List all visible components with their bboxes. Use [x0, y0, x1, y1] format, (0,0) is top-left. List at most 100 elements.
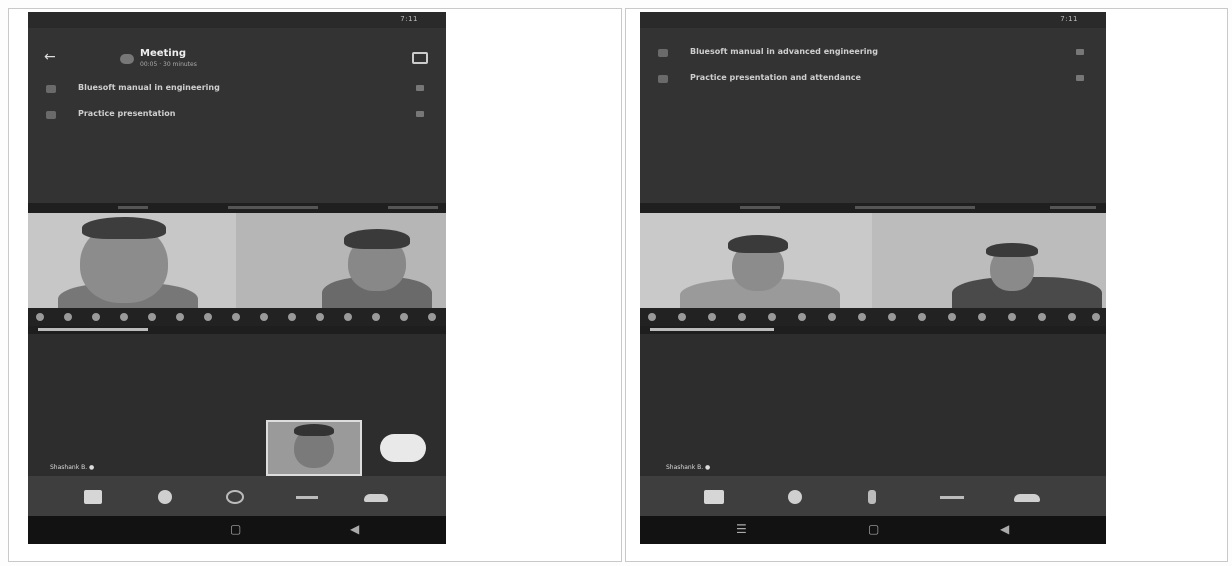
message-avatar-icon — [46, 85, 56, 93]
reaction-icon[interactable] — [400, 313, 408, 321]
participant-tile[interactable] — [28, 213, 236, 308]
meeting-title: Meeting — [140, 48, 187, 59]
message-avatar-icon — [46, 111, 56, 119]
back-icon[interactable]: ◀ — [1000, 523, 1009, 535]
divider-segment — [740, 206, 780, 209]
message-text: Bluesoft manual in engineering — [78, 83, 220, 92]
chat-icon[interactable] — [412, 52, 428, 64]
self-hair — [294, 424, 334, 436]
video-icon[interactable] — [704, 490, 724, 504]
status-bar: 7:11 — [640, 12, 1106, 28]
meeting-stage — [640, 334, 1106, 484]
reaction-icon[interactable] — [828, 313, 836, 321]
speaker-icon[interactable] — [226, 490, 244, 504]
message-text: Practice presentation — [78, 109, 176, 118]
reaction-icon[interactable] — [1008, 313, 1016, 321]
reaction-icon[interactable] — [858, 313, 866, 321]
reaction-icon[interactable] — [978, 313, 986, 321]
meeting-screen-1: 7:11 ← Meeting 00:05 · 30 minutes Blueso… — [28, 12, 446, 544]
reaction-icon[interactable] — [344, 313, 352, 321]
raise-hand-button[interactable] — [380, 434, 426, 462]
reaction-icon[interactable] — [92, 313, 100, 321]
hang-up-icon[interactable] — [1014, 494, 1040, 502]
participant-tile[interactable] — [872, 213, 1106, 308]
reaction-icon[interactable] — [288, 313, 296, 321]
participant-hair — [344, 229, 410, 249]
reaction-icon[interactable] — [260, 313, 268, 321]
mic-icon[interactable] — [788, 490, 802, 504]
reaction-icon[interactable] — [648, 313, 656, 321]
message-badge — [416, 85, 424, 91]
participant-hair — [728, 235, 788, 253]
reaction-bar — [640, 308, 1106, 326]
meeting-screen-2: 7:11 Bluesoft manual in advanced enginee… — [640, 12, 1106, 544]
header-divider — [28, 203, 446, 213]
reaction-icon[interactable] — [176, 313, 184, 321]
reaction-icon[interactable] — [148, 313, 156, 321]
meeting-header: Bluesoft manual in advanced engineering … — [640, 28, 1106, 203]
meeting-subtitle: 00:05 · 30 minutes — [140, 61, 197, 68]
reaction-icon[interactable] — [708, 313, 716, 321]
reaction-icon[interactable] — [316, 313, 324, 321]
reaction-icon[interactable] — [738, 313, 746, 321]
participant-hair — [82, 217, 166, 239]
message-row[interactable]: Bluesoft manual in engineering — [28, 82, 446, 98]
participant-hair — [986, 243, 1038, 257]
meeting-header: ← Meeting 00:05 · 30 minutes Bluesoft ma… — [28, 28, 446, 203]
message-avatar-icon — [658, 49, 668, 57]
reaction-icon[interactable] — [120, 313, 128, 321]
message-row[interactable]: Bluesoft manual in advanced engineering — [640, 46, 1106, 62]
participant-video-strip — [640, 213, 1106, 308]
self-name-label: Shashank B. ● — [50, 464, 95, 471]
call-controls — [640, 476, 1106, 520]
reaction-icon[interactable] — [1038, 313, 1046, 321]
self-name-label: Shashank B. ● — [666, 464, 711, 471]
participant-tile[interactable] — [640, 213, 872, 308]
message-avatar-icon — [658, 75, 668, 83]
divider-segment — [1050, 206, 1096, 209]
message-row[interactable]: Practice presentation — [28, 108, 446, 124]
divider-segment — [228, 206, 318, 209]
recent-apps-icon[interactable]: ☰ — [736, 523, 747, 535]
reaction-icon[interactable] — [768, 313, 776, 321]
speaker-icon[interactable] — [868, 490, 876, 504]
reaction-icon[interactable] — [798, 313, 806, 321]
message-row[interactable]: Practice presentation and attendance — [640, 72, 1106, 88]
reaction-icon[interactable] — [1092, 313, 1100, 321]
message-badge — [416, 111, 424, 117]
divider-segment — [118, 206, 148, 209]
reaction-icon[interactable] — [678, 313, 686, 321]
message-text: Practice presentation and attendance — [690, 73, 861, 82]
reaction-icon[interactable] — [428, 313, 436, 321]
reaction-icon[interactable] — [36, 313, 44, 321]
reaction-icon[interactable] — [948, 313, 956, 321]
participants-icon — [120, 54, 134, 64]
message-text: Bluesoft manual in advanced engineering — [690, 47, 878, 56]
reaction-icon[interactable] — [232, 313, 240, 321]
reaction-icon[interactable] — [1068, 313, 1076, 321]
home-icon[interactable]: ▢ — [868, 523, 879, 535]
home-icon[interactable]: ▢ — [230, 523, 241, 535]
reaction-icon[interactable] — [372, 313, 380, 321]
status-bar: 7:11 — [28, 12, 446, 28]
reaction-icon[interactable] — [888, 313, 896, 321]
divider-segment — [855, 206, 975, 209]
reaction-icon[interactable] — [64, 313, 72, 321]
message-badge — [1076, 49, 1084, 55]
back-icon[interactable]: ◀ — [350, 523, 359, 535]
android-nav-bar: ☰ ▢ ◀ — [640, 516, 1106, 544]
reaction-bar — [28, 308, 446, 326]
mic-icon[interactable] — [158, 490, 172, 504]
participant-tile[interactable] — [236, 213, 446, 308]
more-icon[interactable] — [296, 496, 318, 499]
meeting-stage — [28, 334, 446, 484]
more-icon[interactable] — [940, 496, 964, 499]
reaction-icon[interactable] — [918, 313, 926, 321]
android-nav-bar: ▢ ◀ — [28, 516, 446, 544]
progress-bar — [28, 326, 446, 334]
back-arrow-icon[interactable]: ← — [44, 50, 56, 64]
reaction-icon[interactable] — [204, 313, 212, 321]
self-view-video[interactable] — [266, 420, 362, 476]
hang-up-icon[interactable] — [364, 494, 388, 502]
video-icon[interactable] — [84, 490, 102, 504]
